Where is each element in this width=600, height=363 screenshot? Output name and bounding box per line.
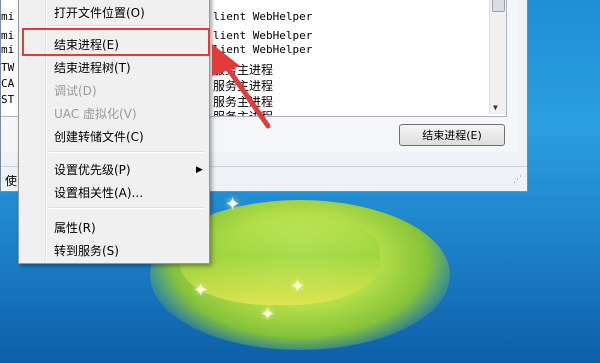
annotation-arrow-icon (212, 44, 271, 129)
arrow-head (212, 44, 240, 76)
